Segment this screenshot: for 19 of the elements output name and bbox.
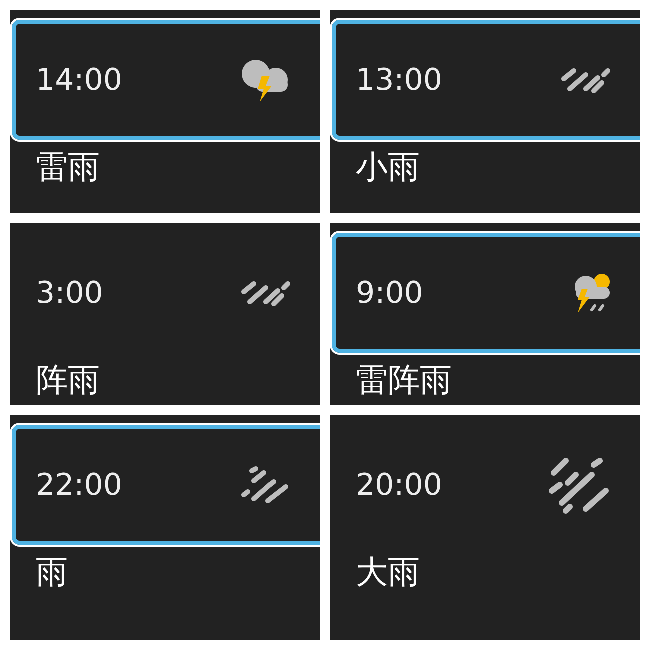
hour-card[interactable]: 3:00 [12, 233, 320, 353]
hour-time: 3:00 [36, 276, 104, 310]
hour-card[interactable]: 14:00 [12, 20, 320, 140]
weather-condition: 雷雨 [36, 148, 101, 186]
hour-time: 9:00 [356, 276, 424, 310]
hour-card[interactable]: 20:00 [332, 425, 640, 545]
weather-condition: 雷阵雨 [356, 361, 453, 400]
hour-card[interactable]: 22:00 [12, 425, 320, 545]
weather-condition: 雨 [36, 553, 69, 592]
hour-time: 20:00 [356, 468, 442, 502]
hour-time: 22:00 [36, 468, 122, 502]
weather-condition: 小雨 [356, 148, 421, 186]
heavy-rain-icon [546, 455, 612, 515]
hour-time: 13:00 [356, 62, 442, 98]
weather-condition: 阵雨 [36, 361, 101, 400]
hour-time: 14:00 [36, 62, 122, 98]
hour-card[interactable]: 9:00 [332, 233, 640, 353]
weather-condition: 大雨 [356, 553, 421, 592]
hour-card[interactable]: 13:00 [332, 20, 640, 140]
